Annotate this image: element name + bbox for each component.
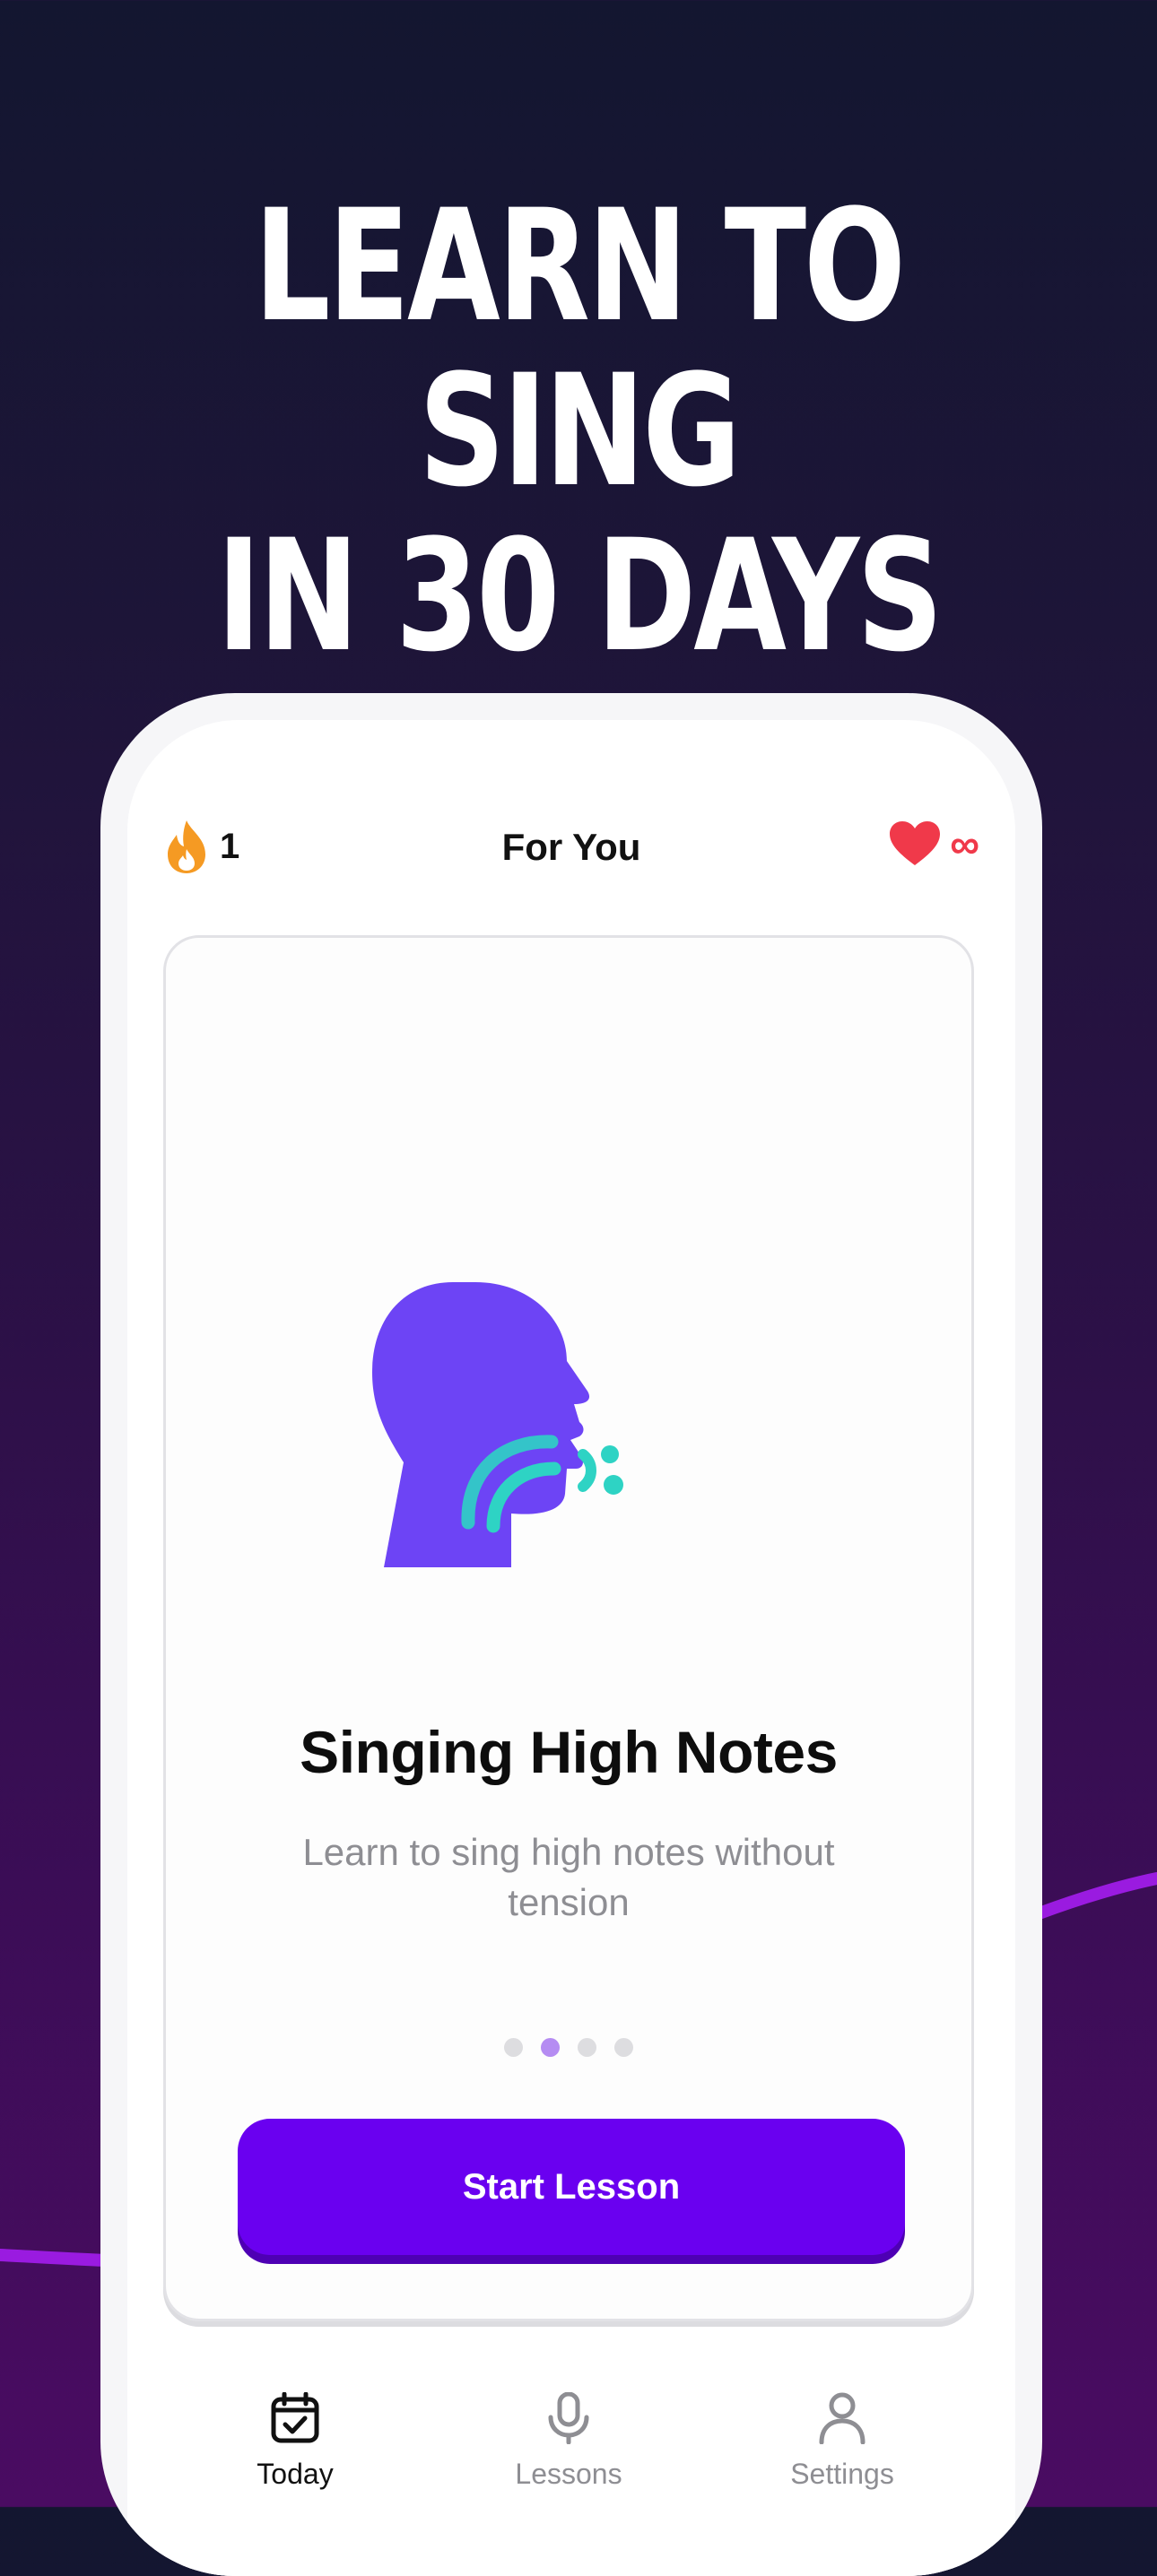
page-dot-1[interactable] [504,2038,523,2057]
app-screen: 1 For You ∞ Singing High Notes Learn to … [127,720,1015,2576]
lives-counter[interactable]: ∞ [889,820,979,867]
page-dot-3[interactable] [578,2038,596,2057]
tab-today-label: Today [257,2458,334,2490]
screen-title: For You [501,826,641,868]
top-bar: 1 For You ∞ [127,810,1015,881]
lesson-card[interactable]: Singing High Notes Learn to sing high no… [163,935,974,2321]
tab-settings-label: Settings [790,2458,894,2490]
lesson-title: Singing High Notes [300,1719,838,1785]
headline-line-2: IN 30 DAYS [216,506,943,686]
lives-count: ∞ [950,820,979,867]
tab-lessons-label: Lessons [515,2458,622,2490]
page-dot-2[interactable] [541,2038,560,2057]
tab-settings[interactable]: Settings [735,2392,950,2491]
tab-lessons[interactable]: Lessons [461,2391,676,2491]
page-dot-4[interactable] [614,2038,633,2057]
singing-head-icon [372,1282,623,1567]
person-icon [819,2392,866,2445]
calendar-check-icon [271,2391,319,2443]
tab-bar: Today Lessons Settings [127,2361,1015,2576]
headline: LEARN TO SING IN 30 DAYS [127,184,1030,679]
phone-frame: 1 For You ∞ Singing High Notes Learn to … [100,693,1042,2576]
page-indicator [166,2038,971,2057]
headline-line-1: LEARN TO SING [254,176,906,521]
lesson-description: Learn to sing high notes without tension [302,1831,835,1923]
start-lesson-button[interactable]: Start Lesson [238,2119,905,2255]
microphone-icon [548,2391,589,2445]
heart-icon [890,821,941,865]
tab-today[interactable]: Today [187,2391,403,2491]
